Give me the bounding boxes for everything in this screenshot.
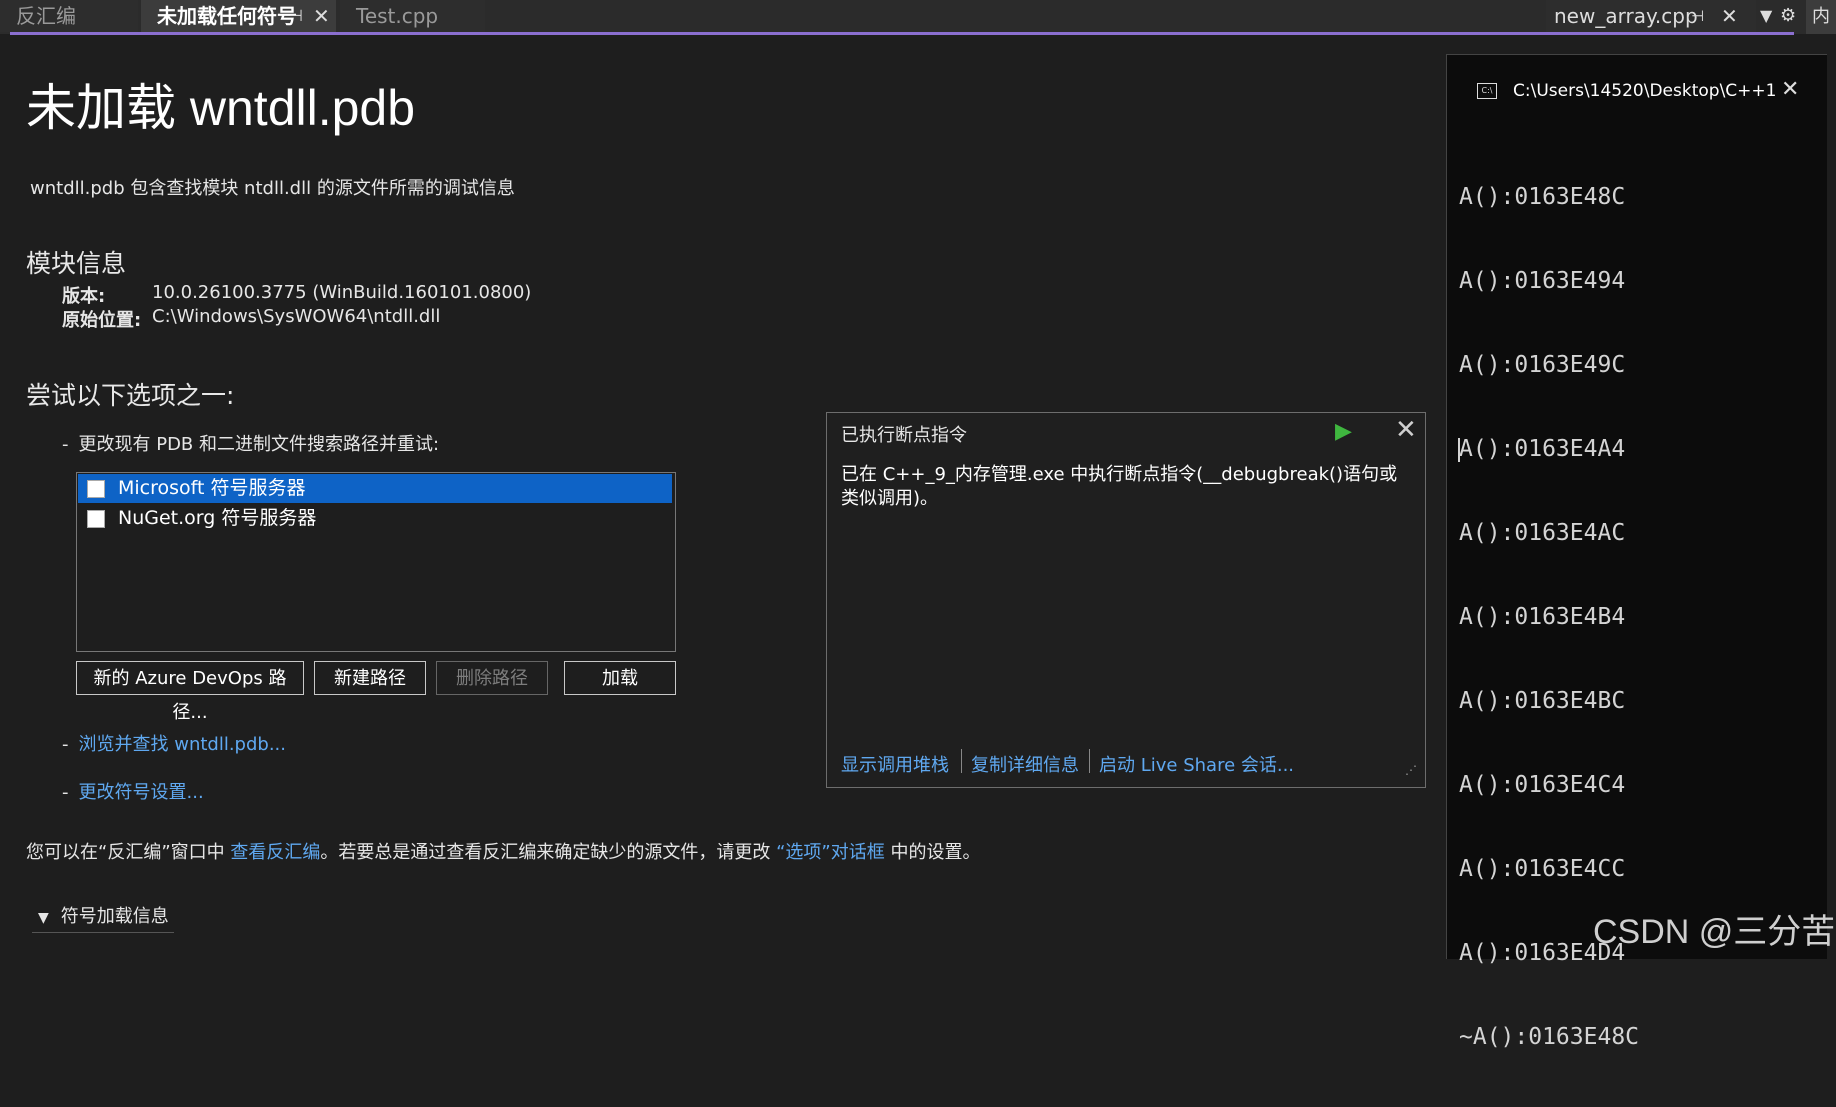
view-disassembly-link[interactable]: 查看反汇编 <box>230 842 320 863</box>
tab-no-symbols-loaded[interactable]: 未加载任何符号 ⊣ ✕ <box>141 0 336 32</box>
console-line: A():0163E49C <box>1459 352 1626 378</box>
disassembly-hint: 您可以在“反汇编”窗口中 查看反汇编。若要总是通过查看反汇编来确定缺少的源文件，… <box>26 838 981 864</box>
divider <box>32 932 174 933</box>
tab-label: Test.cpp <box>356 4 439 28</box>
resize-grip-icon[interactable]: ⋰ <box>1405 763 1417 777</box>
console-line: A():0163E48C <box>1459 184 1626 210</box>
exception-popup: 已执行断点指令 ▶ ✕ 已在 C++_9_内存管理.exe 中执行断点指令(__… <box>826 412 1426 788</box>
copy-details-link[interactable]: 复制详细信息 <box>971 751 1079 777</box>
tab-disassembly[interactable]: 反汇编 <box>0 0 138 32</box>
console-window[interactable]: C:\ C:\Users\14520\Desktop\C++1 ✕ A():01… <box>1446 54 1827 1050</box>
console-line: A():0163E4BC <box>1459 688 1626 714</box>
hint-text: 中的设置。 <box>884 842 981 863</box>
checkbox[interactable] <box>87 510 105 528</box>
show-call-stack-link[interactable]: 显示调用堆栈 <box>841 751 949 777</box>
hint-text: 您可以在“反汇编”窗口中 <box>26 842 231 863</box>
tab-accent-line <box>10 32 1794 35</box>
close-icon[interactable]: ✕ <box>1781 77 1799 102</box>
console-line: A():0163E494 <box>1459 268 1626 294</box>
location-value: C:\Windows\SysWOW64\ntdll.dll <box>152 306 441 327</box>
symbol-server-list[interactable]: Microsoft 符号服务器 NuGet.org 符号服务器 <box>76 472 676 652</box>
watermark: CSDN @三分苦 <box>1593 913 1836 951</box>
tab-label: 反汇编 <box>16 4 76 28</box>
text-cursor <box>1458 438 1460 462</box>
console-title: C:\Users\14520\Desktop\C++1 <box>1513 81 1777 101</box>
close-icon[interactable]: ✕ <box>313 0 330 32</box>
start-live-share-link[interactable]: 启动 Live Share 会话... <box>1099 751 1294 777</box>
checkbox[interactable] <box>87 480 105 498</box>
list-item-label: NuGet.org 符号服务器 <box>118 507 317 529</box>
symbol-load-info-expander[interactable]: ▼ 符号加载信息 <box>38 902 169 928</box>
tab-label: 内 <box>1812 6 1830 27</box>
list-item[interactable]: Microsoft 符号服务器 <box>78 474 672 503</box>
divider <box>1089 749 1090 773</box>
popup-message: 已在 C++_9_内存管理.exe 中执行断点指令(__debugbreak()… <box>841 464 1398 509</box>
chevron-down-icon[interactable]: ▼ <box>1760 0 1772 32</box>
version-value: 10.0.26100.3775 (WinBuild.160101.0800) <box>152 282 532 303</box>
page-title: 未加载 wntdll.pdb <box>26 80 416 136</box>
chevron-down-icon: ▼ <box>38 910 49 926</box>
gear-icon[interactable]: ⚙ <box>1780 0 1796 32</box>
load-button[interactable]: 加载 <box>564 661 676 695</box>
new-azure-devops-path-button[interactable]: 新的 Azure DevOps 路径... <box>76 661 304 723</box>
options-heading: 尝试以下选项之一: <box>26 381 235 410</box>
module-info-heading: 模块信息 <box>26 249 127 278</box>
console-line: A():0163E4B4 <box>1459 604 1626 630</box>
delete-path-button[interactable]: 删除路径 <box>436 661 548 695</box>
location-label: 原始位置: <box>62 310 142 331</box>
option-change-search-paths: - 更改现有 PDB 和二进制文件搜索路径并重试: <box>62 434 440 455</box>
continue-icon[interactable]: ▶ <box>1335 419 1352 444</box>
popup-title: 已执行断点指令 <box>841 425 967 446</box>
tab-test-cpp[interactable]: Test.cpp <box>340 0 485 32</box>
version-label: 版本: <box>62 286 106 307</box>
console-line: A():0163E4C4 <box>1459 772 1626 798</box>
console-line: A():0163E4AC <box>1459 520 1626 546</box>
option-browse: - 浏览并查找 wntdll.pdb... <box>62 734 287 755</box>
option-symbol-settings: - 更改符号设置... <box>62 782 204 803</box>
console-line: ~A():0163E48C <box>1459 1024 1640 1050</box>
option-text: 更改现有 PDB 和二进制文件搜索路径并重试: <box>78 434 440 455</box>
console-icon: C:\ <box>1477 83 1497 99</box>
hint-text: 。若要总是通过查看反汇编来确定缺少的源文件，请更改 <box>320 842 777 863</box>
pin-icon[interactable]: ⊣ <box>289 0 303 32</box>
browse-link[interactable]: 浏览并查找 wntdll.pdb... <box>79 734 287 755</box>
divider <box>961 749 962 773</box>
new-path-button[interactable]: 新建路径 <box>314 661 426 695</box>
symbol-settings-link[interactable]: 更改符号设置... <box>79 782 204 803</box>
close-icon[interactable]: ✕ <box>1395 415 1417 445</box>
close-icon[interactable]: ✕ <box>1721 0 1738 32</box>
expander-label: 符号加载信息 <box>60 906 169 927</box>
list-item-label: Microsoft 符号服务器 <box>118 477 306 499</box>
list-item[interactable]: NuGet.org 符号服务器 <box>78 504 672 533</box>
console-output: A():0163E48C A():0163E494 A():0163E49C A… <box>1459 127 1639 1107</box>
options-dialog-link[interactable]: “选项”对话框 <box>776 842 885 863</box>
console-line: A():0163E4CC <box>1459 856 1626 882</box>
document-tab-bar: 反汇编 未加载任何符号 ⊣ ✕ Test.cpp new_array.cpp ⊣… <box>0 0 1836 35</box>
edge-tab[interactable]: 内 <box>1806 0 1836 34</box>
pin-icon[interactable]: ⊣ <box>1691 0 1704 32</box>
tab-new-array-cpp[interactable]: new_array.cpp ⊣ ✕ <box>1546 0 1756 32</box>
page-description: wntdll.pdb 包含查找模块 ntdll.dll 的源文件所需的调试信息 <box>30 178 515 199</box>
tab-label: 未加载任何符号 <box>157 4 297 28</box>
console-title-bar[interactable]: C:\ C:\Users\14520\Desktop\C++1 ✕ <box>1447 55 1827 113</box>
tab-label: new_array.cpp <box>1554 4 1698 28</box>
console-line: A():0163E4A4 <box>1459 436 1626 462</box>
